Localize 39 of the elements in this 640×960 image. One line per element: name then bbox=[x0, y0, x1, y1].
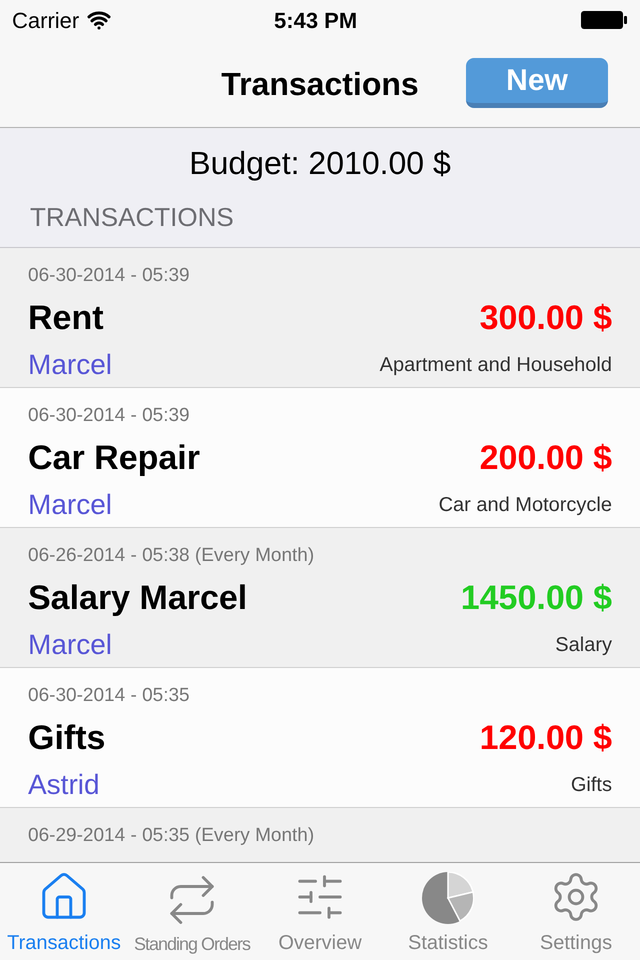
section-header: TRANSACTIONS bbox=[29, 201, 235, 234]
nav-title: Transactions bbox=[221, 64, 419, 104]
transaction-name: Rent bbox=[28, 298, 104, 338]
transaction-amount: 1450.00 $ bbox=[460, 578, 612, 618]
transaction-date: 06-26-2014 - 05:38 (Every Month) bbox=[28, 544, 316, 568]
transaction-person: Astrid bbox=[28, 768, 100, 802]
tab-bar-item[interactable]: Settings bbox=[512, 863, 640, 960]
transaction-row[interactable]: 06-30-2014 - 05:39 Rent 300.00 $ Marcel Apartment and Household bbox=[0, 248, 640, 388]
transaction-amount: 120.00 $ bbox=[480, 718, 612, 758]
tab-bar-item[interactable]: Statistics bbox=[384, 863, 512, 960]
transaction-name: Car Repair bbox=[28, 438, 200, 478]
transaction-person: Marcel bbox=[28, 628, 112, 662]
new-button[interactable]: New bbox=[466, 58, 608, 108]
transaction-row[interactable]: 06-30-2014 - 05:35 Gifts 120.00 $ Astrid Gifts bbox=[0, 668, 640, 808]
transaction-row[interactable]: 06-29-2014 - 05:35 (Every Month) bbox=[0, 808, 640, 862]
budget-total: Budget: 2010.00 $ bbox=[188, 144, 452, 183]
transaction-category: Salary bbox=[555, 632, 612, 658]
clock: 5:43 PM bbox=[273, 6, 358, 34]
transaction-row[interactable]: 06-26-2014 - 05:38 (Every Month) Salary Marcel 1450.00 $ Marcel Salary bbox=[0, 528, 640, 668]
tab-bar-item[interactable]: Overview bbox=[256, 863, 384, 960]
transaction-date: 06-29-2014 - 05:35 (Every Month) bbox=[28, 824, 316, 848]
tab-bar-item[interactable]: Standing Orders bbox=[128, 863, 256, 960]
battery-icon bbox=[580, 10, 628, 30]
transaction-category: Gifts bbox=[570, 772, 612, 798]
transaction-person: Marcel bbox=[28, 488, 112, 522]
transaction-date: 06-30-2014 - 05:39 bbox=[28, 264, 191, 288]
transaction-name: Salary Marcel bbox=[28, 578, 248, 618]
transaction-amount: 300.00 $ bbox=[480, 298, 612, 338]
transaction-amount: 200.00 $ bbox=[480, 438, 612, 478]
carrier-label: Carrier bbox=[12, 6, 80, 34]
transaction-category: Apartment and Household bbox=[380, 352, 612, 378]
transaction-date: 06-30-2014 - 05:39 bbox=[28, 404, 191, 428]
transaction-name: Gifts bbox=[28, 718, 106, 758]
pie-chart-icon bbox=[422, 872, 474, 924]
transaction-date: 06-30-2014 - 05:35 bbox=[28, 684, 191, 708]
transaction-row[interactable]: 06-30-2014 - 05:39 Car Repair 200.00 $ Marcel Car and Motorcycle bbox=[0, 388, 640, 528]
transaction-person: Marcel bbox=[28, 348, 112, 382]
transaction-category: Car and Motorcycle bbox=[438, 492, 612, 518]
tab-bar-item[interactable]: Transactions bbox=[0, 863, 128, 960]
